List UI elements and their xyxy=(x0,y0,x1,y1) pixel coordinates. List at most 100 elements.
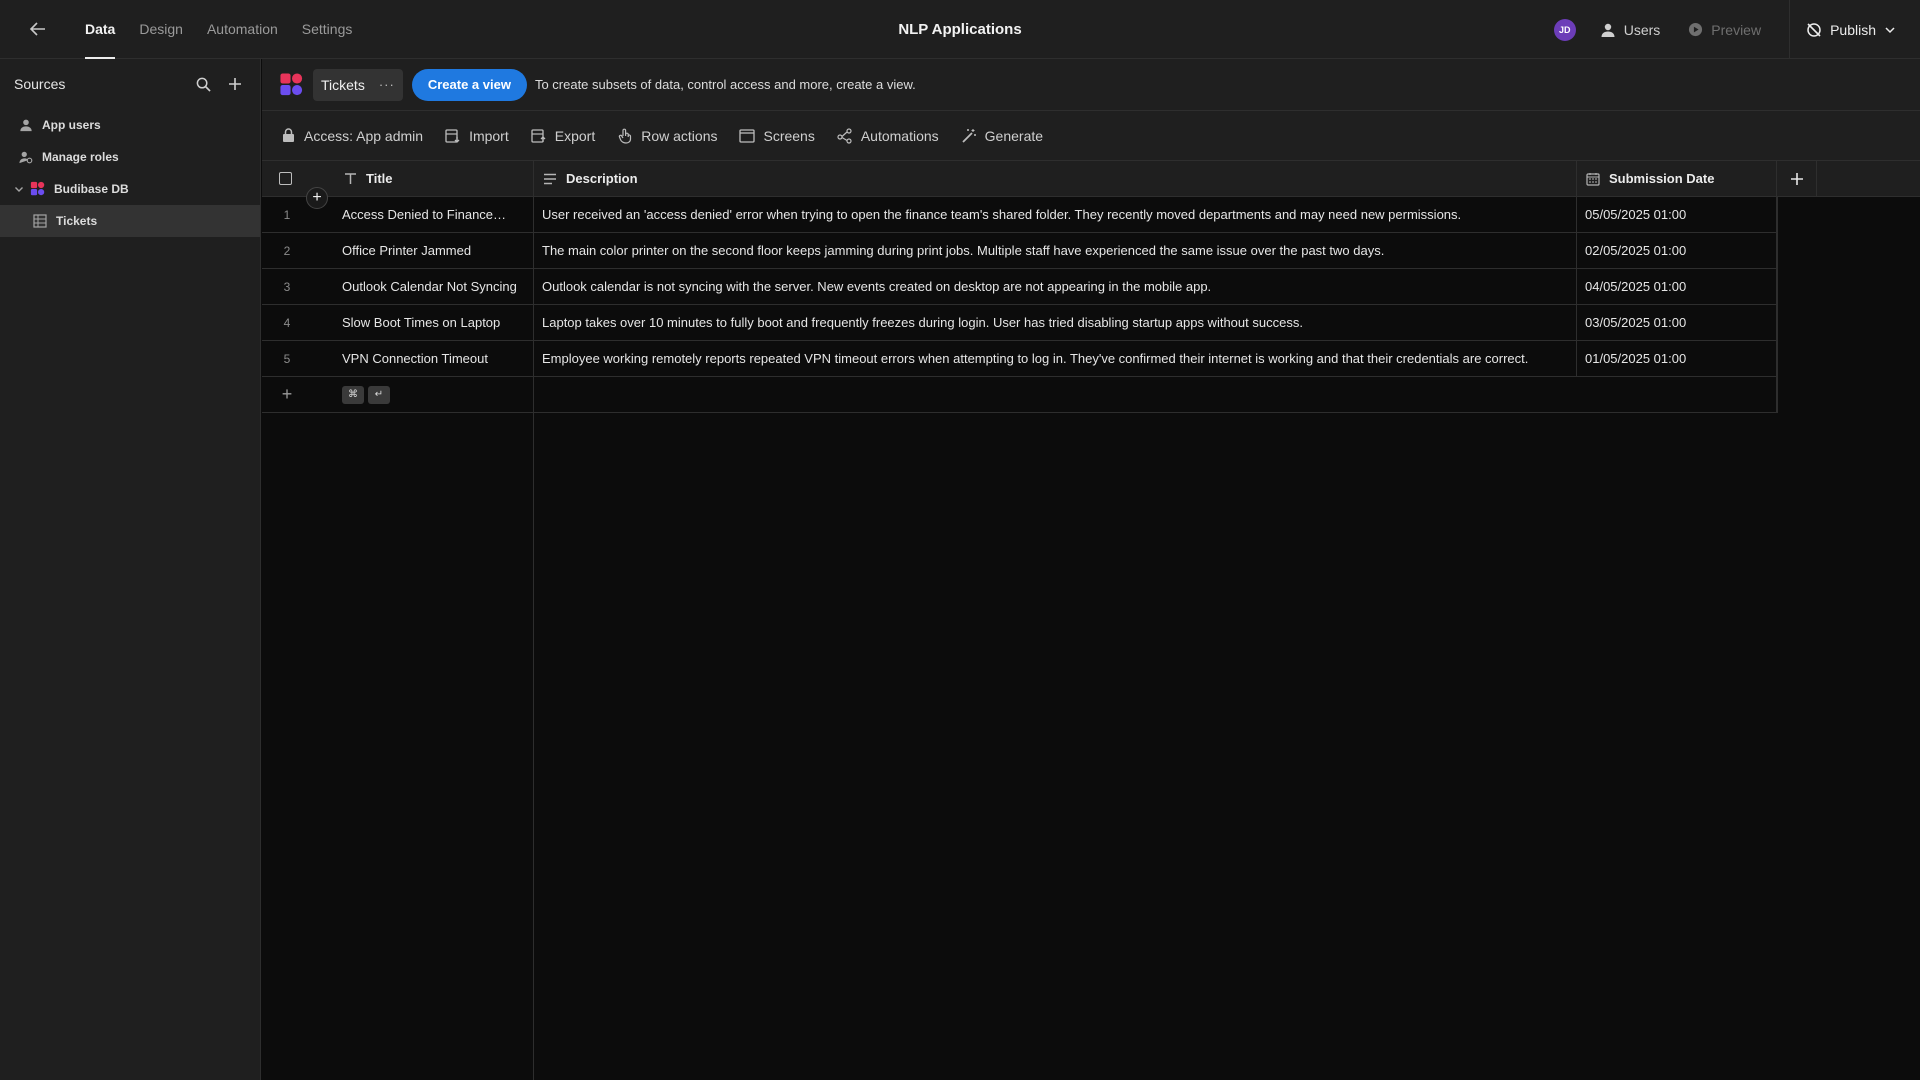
table-row[interactable]: 1 Access Denied to Finance… User receive… xyxy=(262,197,1777,233)
automations-button[interactable]: Automations xyxy=(837,128,939,144)
cell-description[interactable]: User received an 'access denied' error w… xyxy=(534,197,1577,232)
nav-tabs: Data Design Automation Settings xyxy=(73,0,364,59)
select-all-checkbox[interactable] xyxy=(279,172,292,185)
cell-submission-date[interactable]: 01/05/2025 01:00 xyxy=(1577,341,1777,376)
chevron-down-icon xyxy=(1885,26,1895,33)
screens-button[interactable]: Screens xyxy=(739,127,815,144)
sidebar-item-label: App users xyxy=(42,118,101,132)
avatar[interactable]: JD xyxy=(1553,18,1576,41)
cell-description[interactable]: The main color printer on the second flo… xyxy=(534,233,1577,268)
cell-title[interactable]: Slow Boot Times on Laptop xyxy=(334,305,534,340)
new-row-filler xyxy=(534,377,1777,412)
table-row[interactable]: 4 Slow Boot Times on Laptop Laptop takes… xyxy=(262,305,1777,341)
preview-button[interactable]: Preview xyxy=(1688,22,1761,38)
row-actions-label: Row actions xyxy=(641,127,718,144)
back-button[interactable] xyxy=(19,10,57,48)
access-button[interactable]: Access: App admin xyxy=(280,128,423,144)
create-view-button[interactable]: Create a view xyxy=(411,68,527,101)
long-text-type-icon xyxy=(542,171,558,187)
cell-text: 01/05/2025 01:00 xyxy=(1585,351,1687,366)
cell-title[interactable]: Office Printer Jammed xyxy=(334,233,534,268)
main-panel: Tickets ··· Create a view To create subs… xyxy=(262,59,1920,1080)
table-tabs-bar: Tickets ··· Create a view To create subs… xyxy=(262,59,1920,111)
column-header-description[interactable]: Description xyxy=(534,161,1577,196)
cell-submission-date[interactable]: 03/05/2025 01:00 xyxy=(1577,305,1777,340)
user-icon xyxy=(1601,23,1615,37)
cell-title[interactable]: VPN Connection Timeout xyxy=(334,341,534,376)
preview-label: Preview xyxy=(1711,21,1762,38)
budibase-logo-icon xyxy=(30,181,46,197)
publish-button[interactable]: Publish xyxy=(1789,0,1920,59)
column-header-submission-date[interactable]: Submission Date xyxy=(1577,161,1777,196)
cell-text: User received an 'access denied' error w… xyxy=(542,207,1462,222)
users-button[interactable]: Users xyxy=(1600,21,1661,38)
arrow-left-icon xyxy=(29,22,45,36)
table-row[interactable]: 3 Outlook Calendar Not Syncing Outlook c… xyxy=(262,269,1777,305)
cell-text: The main color printer on the second flo… xyxy=(542,243,1385,258)
cell-text: Access Denied to Finance… xyxy=(342,207,507,222)
cell-submission-date[interactable]: 05/05/2025 01:00 xyxy=(1577,197,1777,232)
table-row[interactable]: 5 VPN Connection Timeout Employee workin… xyxy=(262,341,1777,377)
screens-label: Screens xyxy=(763,127,815,144)
enter-key: ↵ xyxy=(368,385,390,404)
sidebar-item-tickets[interactable]: Tickets xyxy=(0,205,260,237)
tab-automation[interactable]: Automation xyxy=(195,0,290,59)
add-column-button[interactable] xyxy=(1777,161,1817,196)
cell-submission-date[interactable]: 02/05/2025 01:00 xyxy=(1577,233,1777,268)
search-button[interactable] xyxy=(192,73,214,95)
cell-description[interactable]: Outlook calendar is not syncing with the… xyxy=(534,269,1577,304)
sidebar-item-manage-roles[interactable]: Manage roles xyxy=(0,141,260,173)
command-key: ⌘ xyxy=(342,385,364,404)
sidebar-title: Sources xyxy=(14,76,66,92)
generate-button[interactable]: Generate xyxy=(961,128,1043,144)
column-label: Title xyxy=(366,171,393,186)
chevron-down-icon[interactable] xyxy=(14,184,24,194)
sidebar-item-label: Manage roles xyxy=(42,150,119,164)
column-label: Submission Date xyxy=(1609,171,1715,186)
cell-text: Laptop takes over 10 minutes to fully bo… xyxy=(542,315,1303,330)
row-number: 5 xyxy=(283,351,291,366)
sidebar-item-budibase-db[interactable]: Budibase DB xyxy=(0,173,260,205)
export-icon xyxy=(531,128,547,144)
users-label: Users xyxy=(1623,21,1661,38)
tab-data[interactable]: Data xyxy=(73,0,127,59)
import-button[interactable]: Import xyxy=(445,128,509,144)
cell-text: Slow Boot Times on Laptop xyxy=(342,315,501,330)
cell-text: Employee working remotely reports repeat… xyxy=(542,351,1529,366)
cell-submission-date[interactable]: 04/05/2025 01:00 xyxy=(1577,269,1777,304)
automations-icon xyxy=(837,127,853,144)
screens-icon xyxy=(739,128,756,144)
export-button[interactable]: Export xyxy=(531,128,595,144)
table-row[interactable]: 2 Office Printer Jammed The main color p… xyxy=(262,233,1777,269)
sidebar-item-app-users[interactable]: App users xyxy=(0,109,260,141)
data-grid: Title Description Submission Date + 1 Ac… xyxy=(262,161,1920,1080)
tab-tickets[interactable]: Tickets ··· xyxy=(313,68,403,101)
more-options-icon[interactable]: ··· xyxy=(379,77,395,92)
cell-description[interactable]: Laptop takes over 10 minutes to fully bo… xyxy=(534,305,1577,340)
cell-text: Outlook Calendar Not Syncing xyxy=(342,279,517,294)
cell-title[interactable]: Outlook Calendar Not Syncing xyxy=(334,269,534,304)
grid-right-edge xyxy=(1777,197,1778,413)
column-header-title[interactable]: Title xyxy=(334,161,534,196)
column-label: Description xyxy=(566,171,638,186)
export-label: Export xyxy=(554,127,596,144)
grid-body: 1 Access Denied to Finance… User receive… xyxy=(262,197,1920,413)
sidebar-item-label: Budibase DB xyxy=(54,182,129,196)
row-actions-button[interactable]: Row actions xyxy=(617,128,717,144)
cell-description[interactable]: Employee working remotely reports repeat… xyxy=(534,341,1577,376)
search-icon xyxy=(196,77,211,92)
tab-design[interactable]: Design xyxy=(127,0,195,59)
add-row-button[interactable]: + xyxy=(306,187,328,209)
new-row-button[interactable]: + xyxy=(262,377,312,412)
roles-icon xyxy=(18,149,34,165)
cell-text: Outlook calendar is not syncing with the… xyxy=(542,279,1212,294)
publish-off-icon xyxy=(1807,22,1821,37)
tab-settings[interactable]: Settings xyxy=(290,0,365,59)
automations-label: Automations xyxy=(860,127,939,144)
cell-title[interactable]: Access Denied to Finance… xyxy=(334,197,534,232)
grid-header: Title Description Submission Date + xyxy=(262,161,1920,209)
add-source-button[interactable] xyxy=(224,73,246,95)
calendar-icon xyxy=(1585,171,1601,187)
row-number: 2 xyxy=(283,243,291,258)
access-label: Access: App admin xyxy=(304,127,424,144)
